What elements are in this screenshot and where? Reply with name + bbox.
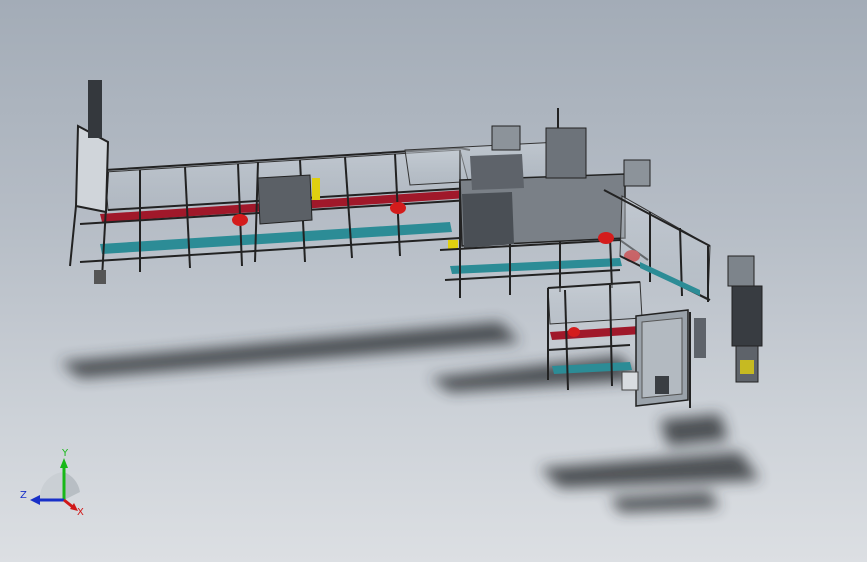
y-axis-label: Y xyxy=(61,448,69,459)
motor-left-2 xyxy=(390,202,406,214)
assembly-model-view[interactable]: Y Z X xyxy=(0,0,867,562)
front-conveyor-segment[interactable] xyxy=(547,281,706,408)
middle-conveyor-segment[interactable] xyxy=(404,108,651,298)
coordinate-triad[interactable]: Y Z X xyxy=(20,448,84,518)
z-axis-label: Z xyxy=(20,490,27,501)
cad-viewport[interactable]: Y Z X xyxy=(0,0,867,562)
motor-left-1 xyxy=(232,214,248,226)
end-tower-panel xyxy=(69,80,110,267)
x-axis-label: X xyxy=(77,507,84,518)
